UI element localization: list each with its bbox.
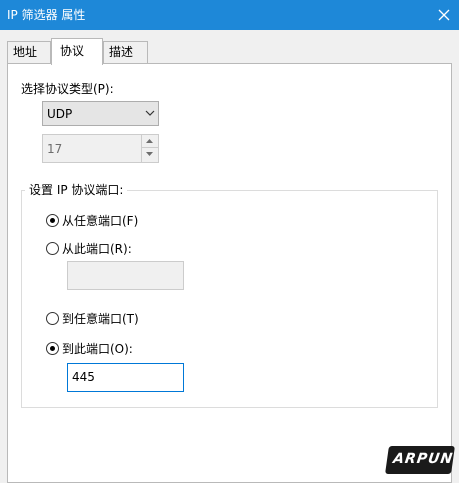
tab-address[interactable]: 地址 [7, 41, 51, 64]
protocol-type-label: 选择协议类型(P): [21, 82, 114, 96]
radio-from-any-port-label: 从任意端口(F) [62, 214, 139, 228]
to-port-value: 445 [72, 370, 95, 384]
radio-dot [50, 346, 55, 351]
stepper-up-button[interactable] [142, 135, 158, 148]
tab-strip: 地址 协议 描述 [0, 38, 459, 65]
arrow-up-icon [146, 139, 153, 143]
window-title: IP 筛选器 属性 [7, 8, 86, 22]
radio-to-this-port-label: 到此端口(O): [62, 342, 133, 356]
arrow-down-icon [146, 152, 153, 156]
radio-from-this-port[interactable]: 从此端口(R): [46, 240, 176, 258]
watermark-logo: ARPUN [385, 446, 455, 474]
tab-description[interactable]: 描述 [103, 41, 148, 64]
stepper-down-button[interactable] [142, 148, 158, 161]
stepper-buttons [141, 135, 158, 162]
close-icon [438, 9, 450, 21]
watermark-text: ARPUN [392, 451, 455, 467]
radio-from-any-port[interactable]: 从任意端口(F) [46, 212, 176, 230]
protocol-number-value: 17 [47, 142, 63, 156]
protocol-number-stepper[interactable]: 17 [42, 134, 159, 163]
radio-from-this-port-label: 从此端口(R): [62, 242, 132, 256]
chevron-down-icon [145, 110, 155, 116]
title-bar: IP 筛选器 属性 [0, 0, 459, 30]
from-port-input[interactable] [67, 261, 184, 290]
radio-circle [46, 312, 59, 325]
port-group-title: 设置 IP 协议端口: [25, 183, 128, 197]
radio-to-any-port[interactable]: 到任意端口(T) [46, 310, 176, 328]
radio-circle [46, 342, 59, 355]
radio-dot [50, 218, 55, 223]
protocol-type-value: UDP [47, 107, 73, 121]
tab-protocol[interactable]: 协议 [51, 38, 103, 65]
protocol-type-select[interactable]: UDP [42, 101, 159, 126]
radio-circle [46, 214, 59, 227]
radio-to-this-port[interactable]: 到此端口(O): [46, 340, 176, 358]
radio-to-any-port-label: 到任意端口(T) [62, 312, 139, 326]
to-port-input[interactable]: 445 [67, 363, 184, 392]
radio-circle [46, 242, 59, 255]
close-button[interactable] [429, 0, 459, 30]
